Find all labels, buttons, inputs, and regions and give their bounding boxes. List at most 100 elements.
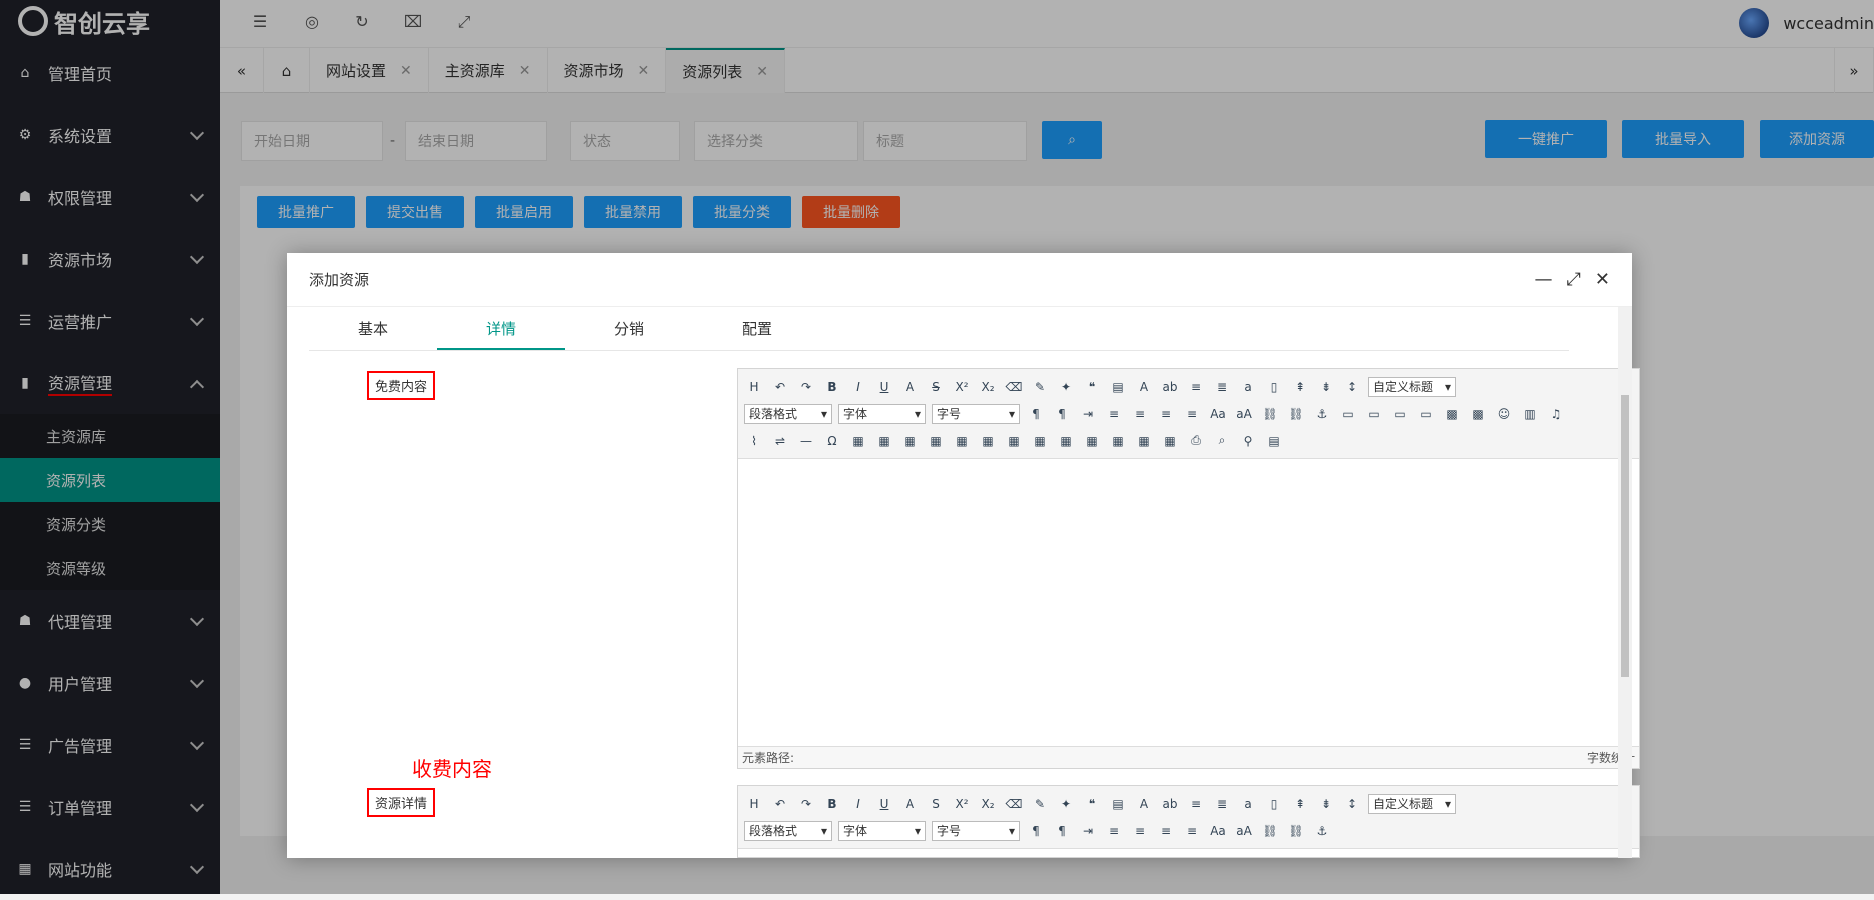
italic-icon[interactable]: I xyxy=(848,377,868,397)
line-height-icon[interactable]: ↕ xyxy=(1342,794,1362,814)
highlight-icon[interactable]: ab xyxy=(1160,794,1180,814)
blockquote-icon[interactable]: ❝ xyxy=(1082,377,1102,397)
redo-icon[interactable]: ↷ xyxy=(796,377,816,397)
image-left-icon[interactable]: ▭ xyxy=(1364,404,1384,424)
print-icon[interactable]: ⎙ xyxy=(1186,431,1206,451)
drafts-icon[interactable]: ▤ xyxy=(1264,431,1284,451)
dialog-scrollbar[interactable] xyxy=(1618,307,1632,858)
clear-doc-icon[interactable]: ▯ xyxy=(1264,377,1284,397)
ordered-list-icon[interactable]: ≡ xyxy=(1186,794,1206,814)
bold-icon[interactable]: B xyxy=(822,794,842,814)
horizontal-rule-icon[interactable]: — xyxy=(796,431,816,451)
row-spacing-bottom-icon[interactable]: ⇟ xyxy=(1316,377,1336,397)
tab-distribution[interactable]: 分销 xyxy=(565,307,693,350)
align-center-icon[interactable]: ≡ xyxy=(1130,821,1150,841)
auto-format-icon[interactable]: ✦ xyxy=(1056,377,1076,397)
link-icon[interactable]: ⛓ xyxy=(1260,821,1280,841)
align-right-icon[interactable]: ≡ xyxy=(1156,821,1176,841)
font-border-icon[interactable]: A xyxy=(900,377,920,397)
eraser-icon[interactable]: ⌫ xyxy=(1004,377,1024,397)
image-center-icon[interactable]: ▭ xyxy=(1416,404,1436,424)
html-icon[interactable]: H xyxy=(744,377,764,397)
insert-video-icon[interactable]: ▥ xyxy=(1520,404,1540,424)
strikethrough-icon[interactable]: S xyxy=(926,794,946,814)
html-icon[interactable]: H xyxy=(744,794,764,814)
eraser-icon[interactable]: ⌫ xyxy=(1004,794,1024,814)
underline-icon[interactable]: U xyxy=(874,377,894,397)
italic-icon[interactable]: I xyxy=(848,794,868,814)
ltr-icon[interactable]: ¶ xyxy=(1026,821,1046,841)
tab-basic[interactable]: 基本 xyxy=(309,307,437,350)
font-size-select[interactable]: 字号 ▾ xyxy=(932,820,1020,841)
align-right-icon[interactable]: ≡ xyxy=(1156,404,1176,424)
select-all-icon[interactable]: a xyxy=(1238,794,1258,814)
custom-title-select[interactable]: 自定义标题 ▾ xyxy=(1368,376,1456,397)
align-center-icon[interactable]: ≡ xyxy=(1130,404,1150,424)
minimize-icon[interactable]: — xyxy=(1535,269,1553,290)
align-justify-icon[interactable]: ≡ xyxy=(1182,821,1202,841)
merge-cells-icon[interactable]: ▦ xyxy=(1030,431,1050,451)
clear-doc-icon[interactable]: ▯ xyxy=(1264,794,1284,814)
search-replace-icon[interactable]: ⚲ xyxy=(1238,431,1258,451)
unlink-icon[interactable]: ⛓ xyxy=(1286,404,1306,424)
close-icon[interactable]: ✕ xyxy=(1595,269,1610,290)
custom-title-select[interactable]: 自定义标题 ▾ xyxy=(1368,793,1456,814)
unlink-icon[interactable]: ⛓ xyxy=(1286,821,1306,841)
superscript-icon[interactable]: X² xyxy=(952,794,972,814)
to-uppercase-icon[interactable]: Aa xyxy=(1208,821,1228,841)
music-icon[interactable]: ♫ xyxy=(1546,404,1566,424)
superscript-icon[interactable]: X² xyxy=(952,377,972,397)
image-right-icon[interactable]: ▭ xyxy=(1390,404,1410,424)
auto-format-icon[interactable]: ✦ xyxy=(1056,794,1076,814)
font-color-icon[interactable]: A xyxy=(1134,377,1154,397)
underline-icon[interactable]: U xyxy=(874,794,894,814)
split-cols-icon[interactable]: ▦ xyxy=(1160,431,1180,451)
editor-content-area[interactable] xyxy=(738,459,1639,746)
align-justify-icon[interactable]: ≡ xyxy=(1182,404,1202,424)
strikethrough-icon[interactable]: S xyxy=(926,377,946,397)
format-brush-icon[interactable]: ✎ xyxy=(1030,377,1050,397)
to-uppercase-icon[interactable]: Aa xyxy=(1208,404,1228,424)
font-family-select[interactable]: 字体 ▾ xyxy=(838,403,926,424)
bold-icon[interactable]: B xyxy=(822,377,842,397)
scrollbar-thumb[interactable] xyxy=(1621,395,1629,677)
row-spacing-top-icon[interactable]: ⇞ xyxy=(1290,794,1310,814)
attachment-icon[interactable]: ⌇ xyxy=(744,431,764,451)
undo-icon[interactable]: ↶ xyxy=(770,794,790,814)
select-all-icon[interactable]: a xyxy=(1238,377,1258,397)
delete-row-icon[interactable]: ▦ xyxy=(952,431,972,451)
link-icon[interactable]: ⛓ xyxy=(1260,404,1280,424)
split-rows-icon[interactable]: ▦ xyxy=(1134,431,1154,451)
special-chars-icon[interactable]: Ω xyxy=(822,431,842,451)
indent-icon[interactable]: ⇥ xyxy=(1078,404,1098,424)
to-lowercase-icon[interactable]: aA xyxy=(1234,404,1254,424)
subscript-icon[interactable]: X₂ xyxy=(978,377,998,397)
subscript-icon[interactable]: X₂ xyxy=(978,794,998,814)
unordered-list-icon[interactable]: ≣ xyxy=(1212,377,1232,397)
font-family-select[interactable]: 字体 ▾ xyxy=(838,820,926,841)
format-brush-icon[interactable]: ✎ xyxy=(1030,794,1050,814)
insert-table-icon[interactable]: ▦ xyxy=(848,431,868,451)
undo-icon[interactable]: ↶ xyxy=(770,377,790,397)
paste-text-icon[interactable]: ▤ xyxy=(1108,377,1128,397)
preview-search-icon[interactable]: ⌕ xyxy=(1212,431,1232,451)
image-none-icon[interactable]: ▭ xyxy=(1338,404,1358,424)
delete-table-icon[interactable]: ▦ xyxy=(874,431,894,451)
tab-config[interactable]: 配置 xyxy=(693,307,821,350)
simple-upload-icon[interactable]: ▩ xyxy=(1442,404,1462,424)
to-lowercase-icon[interactable]: aA xyxy=(1234,821,1254,841)
paragraph-format-select[interactable]: 段落格式 ▾ xyxy=(744,403,832,424)
ltr-icon[interactable]: ¶ xyxy=(1026,404,1046,424)
insert-paragraph-icon[interactable]: ▦ xyxy=(900,431,920,451)
split-cells-icon[interactable]: ▦ xyxy=(1108,431,1128,451)
font-color-icon[interactable]: A xyxy=(1134,794,1154,814)
insert-row-icon[interactable]: ▦ xyxy=(926,431,946,451)
blockquote-icon[interactable]: ❝ xyxy=(1082,794,1102,814)
merge-down-icon[interactable]: ▦ xyxy=(1082,431,1102,451)
emotion-icon[interactable]: ☺ xyxy=(1494,404,1514,424)
font-border-icon[interactable]: A xyxy=(900,794,920,814)
line-height-icon[interactable]: ↕ xyxy=(1342,377,1362,397)
delete-col-icon[interactable]: ▦ xyxy=(1004,431,1024,451)
rtl-icon[interactable]: ¶ xyxy=(1052,821,1072,841)
rtl-icon[interactable]: ¶ xyxy=(1052,404,1072,424)
